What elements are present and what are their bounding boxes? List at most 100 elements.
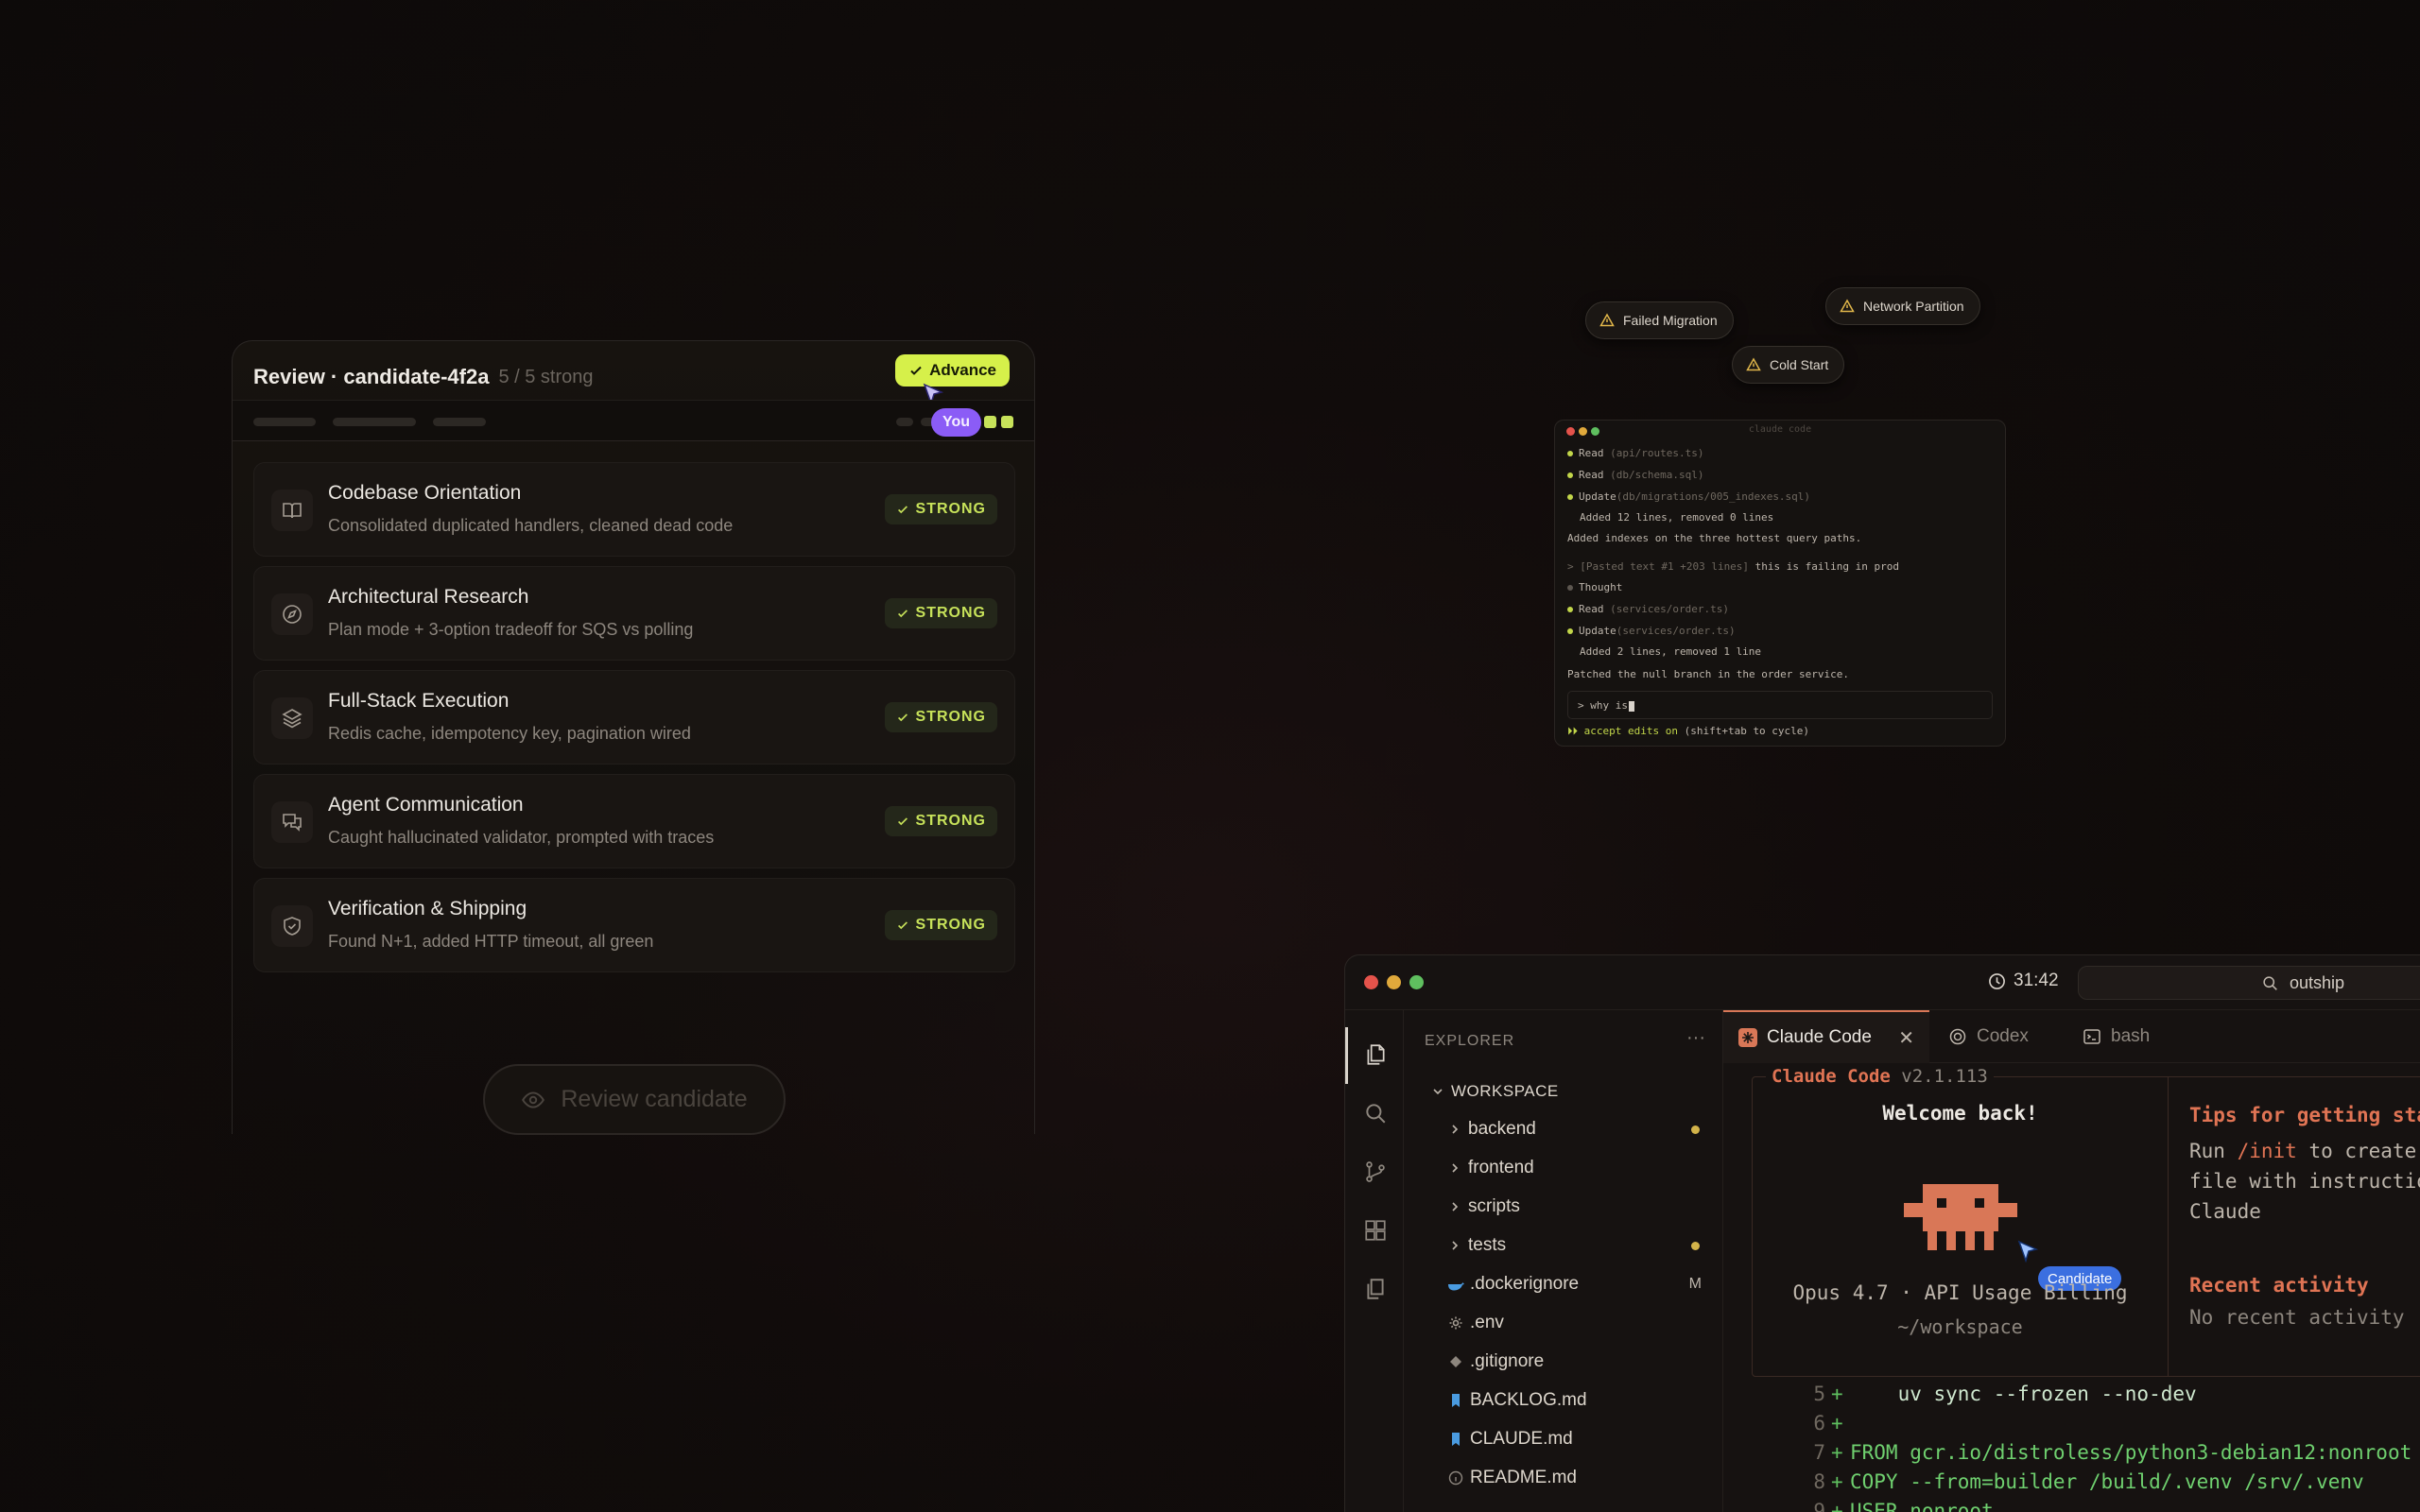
more-actions-icon[interactable]: ··· — [1686, 1027, 1705, 1049]
ide-titlebar: 31:42 outship — [1345, 955, 2420, 1010]
claude-code-welcome-panel: Claude Code v2.1.113 Welcome back! Candi… — [1752, 1066, 2420, 1377]
tree-file-readme[interactable]: README.md — [1425, 1461, 1711, 1495]
chevron-right-icon — [1442, 1200, 1468, 1213]
skeleton-bar — [896, 418, 913, 426]
tree-folder-backend[interactable]: backend — [1425, 1112, 1711, 1146]
model-info: Opus 4.7 · API Usage Billing — [1792, 1281, 2128, 1304]
terminal-line: Read (services/order.ts) — [1567, 603, 1729, 615]
tree-file-env[interactable]: .env — [1425, 1306, 1711, 1340]
chevron-down-icon — [1425, 1085, 1451, 1098]
card-title: Agent Communication — [328, 794, 524, 816]
review-candidate-button[interactable]: Review candidate — [483, 1064, 786, 1135]
terminal-line: > [Pasted text #1 +203 lines] this is fa… — [1567, 560, 1900, 573]
eye-icon — [522, 1091, 545, 1108]
check-icon — [897, 817, 908, 826]
card-title: Codebase Orientation — [328, 482, 522, 504]
tree-item-label: .gitignore — [1470, 1351, 1545, 1371]
close-dot-icon[interactable] — [1364, 975, 1378, 989]
tree-item-label: CLAUDE.md — [1470, 1429, 1573, 1449]
chip-label: Failed Migration — [1623, 313, 1718, 328]
presence-square — [984, 416, 996, 428]
terminal-line: Patched the null branch in the order ser… — [1567, 668, 1850, 680]
tree-item-label: README.md — [1470, 1468, 1577, 1487]
command-search-input[interactable]: outship — [2078, 966, 2420, 1000]
check-icon — [897, 610, 908, 618]
incident-chip-failed-migration[interactable]: Failed Migration — [1585, 301, 1734, 339]
source-control-icon[interactable] — [1363, 1160, 1388, 1184]
openai-icon — [1948, 1027, 1967, 1046]
diff-line: 6 + — [1813, 1412, 1843, 1435]
tree-folder-scripts[interactable]: scripts — [1425, 1190, 1711, 1224]
tree-folder-tests[interactable]: tests — [1425, 1228, 1711, 1263]
rubric-card[interactable]: Architectural Research Plan mode + 3-opt… — [253, 566, 1015, 661]
tips-heading: Tips for getting started — [2189, 1104, 2420, 1126]
docker-icon — [1442, 1278, 1470, 1291]
search-icon — [2263, 976, 2277, 990]
tree-folder-frontend[interactable]: frontend — [1425, 1151, 1711, 1185]
claude-logo-icon — [1738, 1028, 1757, 1047]
tab-label: Codex — [1977, 1026, 2029, 1046]
review-panel: Review · candidate-4f2a 5 / 5 strong Adv… — [232, 340, 1035, 1135]
maximize-dot-icon[interactable] — [1409, 975, 1424, 989]
strong-badge: STRONG — [884, 910, 997, 940]
shield-icon — [271, 905, 313, 947]
tree-file-dockerignore[interactable]: .dockerignore M — [1425, 1267, 1711, 1301]
badge-label: STRONG — [915, 501, 986, 517]
search-icon[interactable] — [1363, 1101, 1388, 1125]
chat-icon — [271, 801, 313, 843]
editor-tabs: Claude Code ✕ Codex bash — [1723, 1010, 2420, 1063]
terminal-prompt-input[interactable]: > why is — [1567, 691, 1993, 719]
skeleton-bar — [333, 418, 416, 426]
rubric-card[interactable]: Full-Stack Execution Redis cache, idempo… — [253, 670, 1015, 765]
recent-activity-body: No recent activity — [2189, 1306, 2405, 1329]
recent-activity-heading: Recent activity — [2189, 1274, 2369, 1297]
book-icon — [271, 490, 313, 531]
workspace-label: WORKSPACE — [1451, 1082, 1559, 1100]
workspace-root[interactable]: WORKSPACE — [1425, 1074, 1711, 1108]
skeleton-bar — [433, 418, 486, 426]
warning-icon — [1746, 357, 1761, 371]
chevron-right-icon — [1442, 1161, 1468, 1175]
tab-label: Claude Code — [1767, 1027, 1872, 1047]
close-icon[interactable]: ✕ — [1898, 1026, 1914, 1050]
files-icon[interactable] — [1363, 1042, 1388, 1067]
tab-bash[interactable]: bash — [2067, 1010, 2165, 1063]
extensions-icon[interactable] — [1363, 1218, 1388, 1243]
card-title: Architectural Research — [328, 586, 529, 608]
chip-label: Cold Start — [1770, 357, 1829, 372]
diff-line: 9 + USER nonroot — [1813, 1500, 1994, 1512]
markdown-icon — [1442, 1393, 1470, 1408]
terminal-line: Update(services/order.ts) — [1567, 625, 1736, 637]
check-icon — [897, 506, 908, 514]
terminal-title: claude code — [1748, 424, 1812, 435]
modified-dot — [1691, 1125, 1700, 1134]
tree-file-claude-md[interactable]: CLAUDE.md — [1425, 1422, 1711, 1456]
chip-label: Network Partition — [1863, 299, 1964, 314]
advance-button[interactable]: Advance — [895, 354, 1010, 387]
rubric-card[interactable]: Verification & Shipping Found N+1, added… — [253, 878, 1015, 972]
review-candidate-label: Review candidate — [561, 1086, 748, 1112]
card-description: Redis cache, idempotency key, pagination… — [328, 724, 691, 743]
copy-icon[interactable] — [1363, 1277, 1388, 1301]
diff-line: 8 + COPY --from=builder /build/.venv /srv/… — [1813, 1470, 2364, 1493]
tree-file-backlog[interactable]: BACKLOG.md — [1425, 1383, 1711, 1418]
incident-chip-network-partition[interactable]: Network Partition — [1825, 287, 1980, 325]
tree-item-label: BACKLOG.md — [1470, 1390, 1587, 1410]
gear-icon — [1442, 1315, 1470, 1331]
minimize-dot-icon[interactable] — [1387, 975, 1401, 989]
rubric-card[interactable]: Agent Communication Caught hallucinated … — [253, 774, 1015, 868]
review-score: 5 / 5 strong — [498, 366, 594, 387]
warning-icon — [1599, 313, 1615, 327]
tab-claude-code[interactable]: Claude Code ✕ — [1723, 1010, 1929, 1063]
strong-badge: STRONG — [884, 494, 997, 524]
presence-square — [1001, 416, 1013, 428]
welcome-column: Welcome back! Candidate Opus 4.7 · API U… — [1753, 1077, 2169, 1376]
terminal-subline: Added 2 lines, removed 1 line — [1580, 645, 1762, 658]
rubric-card[interactable]: Codebase Orientation Consolidated duplic… — [253, 462, 1015, 557]
terminal-line: Read (db/schema.sql) — [1567, 469, 1703, 481]
tree-file-gitignore[interactable]: .gitignore — [1425, 1345, 1711, 1379]
incident-chip-cold-start[interactable]: Cold Start — [1732, 346, 1845, 384]
tab-codex[interactable]: Codex — [1933, 1010, 2044, 1063]
terminal-subline: Added 12 lines, removed 0 lines — [1580, 511, 1774, 524]
chevron-right-icon — [1442, 1239, 1468, 1252]
